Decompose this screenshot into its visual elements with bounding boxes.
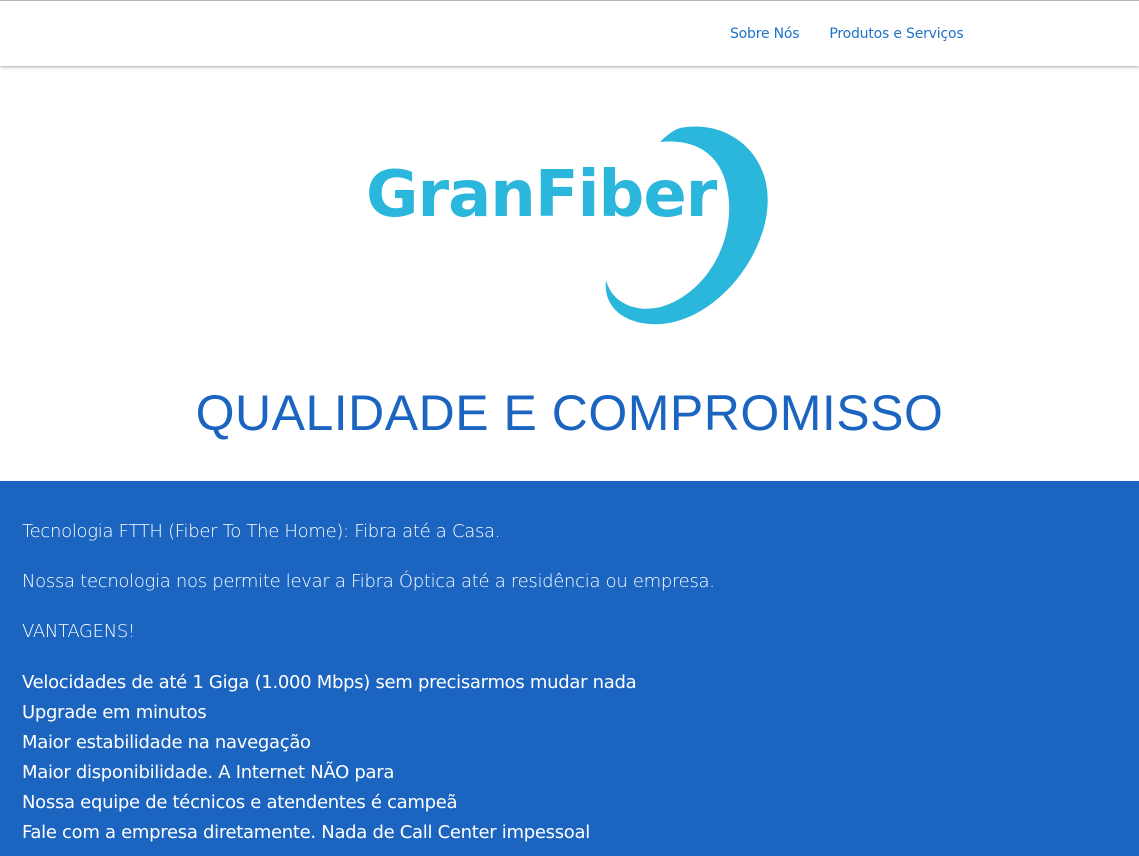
advantages-heading: VANTAGENS! [22,621,135,642]
granfiber-logo: GranFiber [360,118,780,333]
ftth-intro-text: Tecnologia FTTH (Fiber To The Home): Fib… [22,521,501,542]
main-nav: Sobre Nós Produtos e Serviços [730,26,964,42]
nav-link-produtos-servicos[interactable]: Produtos e Serviços [829,26,963,42]
list-item: Nossa equipe de técnicos e atendentes é … [22,792,458,813]
top-navbar: Sobre Nós Produtos e Serviços [0,0,1139,66]
nav-link-sobre-nos[interactable]: Sobre Nós [730,26,800,42]
list-item: Upgrade em minutos [22,702,207,723]
list-item: Fale com a empresa diretamente. Nada de … [22,822,590,843]
page-headline: QUALIDADE E COMPROMISSO [195,385,944,441]
list-item: Velocidades de até 1 Giga (1.000 Mbps) s… [22,672,637,693]
features-section: Tecnologia FTTH (Fiber To The Home): Fib… [0,481,1139,856]
technology-description: Nossa tecnologia nos permite levar a Fib… [22,571,715,592]
logo-wordmark: GranFiber [366,158,717,232]
list-item: Maior disponibilidade. A Internet NÃO pa… [22,762,395,783]
list-item: Maior estabilidade na navegação [22,732,311,753]
advantages-list: Velocidades de até 1 Giga (1.000 Mbps) s… [22,668,637,848]
